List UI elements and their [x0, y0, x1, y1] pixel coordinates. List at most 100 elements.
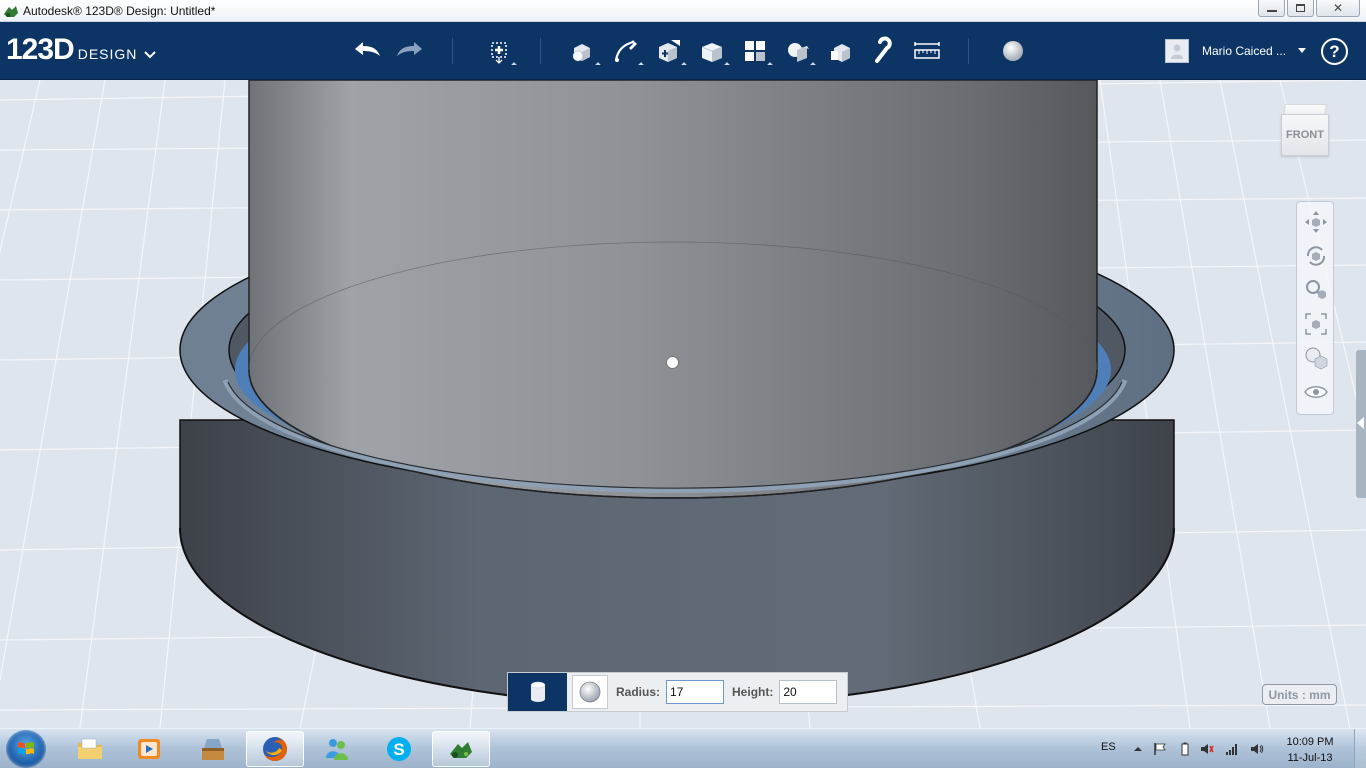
scene-canvas[interactable]	[0, 80, 1366, 728]
brand-word: DESIGN	[77, 46, 138, 62]
radius-label: Radius:	[616, 685, 661, 699]
system-clock[interactable]: 10:09 PM 11-Jul-13	[1279, 734, 1341, 766]
close-icon: ✕	[1332, 1, 1344, 15]
restore-button[interactable]	[1287, 0, 1314, 17]
network-signal-icon	[1226, 744, 1237, 755]
messenger-icon	[326, 739, 348, 760]
snap-button[interactable]	[867, 34, 901, 68]
viewcube[interactable]: FRONT	[1281, 104, 1329, 160]
action-center-button[interactable]	[1153, 742, 1167, 756]
transform-icon	[491, 42, 507, 64]
radius-input[interactable]	[666, 680, 725, 704]
combine-icon	[831, 44, 850, 62]
firefox-icon	[263, 737, 287, 761]
sphere-icon	[579, 681, 601, 703]
redo-button[interactable]	[393, 34, 427, 68]
speaker-icon	[1251, 744, 1264, 754]
orbit-button[interactable]	[1301, 241, 1331, 271]
chevron-down-icon	[144, 51, 157, 59]
material-button[interactable]	[996, 34, 1030, 68]
height-label: Height:	[732, 685, 774, 699]
grouping-button[interactable]	[781, 34, 816, 68]
taskbar-file-explorer[interactable]	[61, 731, 119, 767]
network-button[interactable]	[1225, 742, 1239, 756]
chevron-left-icon	[1357, 417, 1364, 429]
svg-text:S: S	[393, 740, 404, 759]
volume-button[interactable]	[1200, 742, 1214, 756]
toolbar-separator	[540, 38, 541, 64]
sphere-shape-button[interactable]	[572, 675, 608, 709]
123d-design-icon	[450, 742, 472, 758]
visibility-icon	[1304, 386, 1328, 398]
transform-button[interactable]	[482, 34, 517, 68]
combine-button[interactable]	[824, 34, 858, 68]
primitives-icon	[572, 44, 590, 62]
pattern-button[interactable]	[738, 34, 773, 68]
taskbar-toolbox[interactable]	[184, 731, 242, 767]
help-button[interactable]: ?	[1321, 38, 1348, 65]
viewcube-front-face[interactable]: FRONT	[1281, 114, 1329, 156]
user-name[interactable]: Mario Caiced ...	[1202, 44, 1286, 58]
modify-button[interactable]	[695, 34, 730, 68]
zoom-button[interactable]	[1301, 275, 1331, 305]
zoom-icon	[1306, 280, 1326, 300]
media-player-icon	[138, 739, 160, 759]
chevron-up-icon	[1134, 747, 1142, 751]
taskbar-media-player[interactable]	[120, 731, 178, 767]
battery-button[interactable]	[1178, 742, 1192, 756]
show-desktop-button[interactable]	[1354, 729, 1366, 768]
modify-icon	[701, 43, 723, 62]
grouping-icon	[788, 43, 809, 62]
taskbar-skype[interactable]: S	[370, 731, 428, 767]
construct-button[interactable]	[652, 34, 687, 68]
skype-icon: S	[387, 737, 411, 761]
file-explorer-icon	[78, 738, 102, 759]
measure-button[interactable]	[910, 34, 944, 68]
snap-icon	[875, 36, 892, 63]
app-menu-button[interactable]: 123D DESIGN	[6, 33, 157, 66]
3d-viewport[interactable]: FRONT Radius: Height:	[0, 80, 1366, 728]
view-mode-icon	[1305, 347, 1328, 370]
construct-icon	[659, 40, 680, 62]
battery-icon	[1181, 742, 1189, 756]
undo-button[interactable]	[350, 34, 384, 68]
height-input[interactable]	[779, 680, 838, 704]
speaker-button[interactable]	[1250, 742, 1264, 756]
fit-button[interactable]	[1301, 309, 1331, 339]
taskbar-messenger[interactable]	[308, 731, 366, 767]
user-icon	[1171, 44, 1183, 59]
orbit-icon	[1306, 246, 1326, 266]
view-mode-button[interactable]	[1301, 343, 1331, 373]
toolbox-icon	[202, 739, 224, 760]
taskbar-firefox[interactable]	[246, 731, 304, 767]
input-language[interactable]: ES	[1101, 741, 1116, 753]
close-button[interactable]: ✕	[1316, 0, 1360, 17]
toolbar-separator	[968, 38, 969, 64]
center-snap-point[interactable]	[666, 356, 679, 369]
taskbar-123d-design[interactable]	[432, 731, 490, 767]
redo-icon	[397, 42, 422, 56]
flag-icon	[1154, 743, 1166, 755]
avatar[interactable]	[1165, 39, 1189, 63]
minimize-button[interactable]	[1258, 0, 1285, 17]
brand-logo: 123D	[6, 33, 75, 66]
cylinder-icon	[530, 681, 545, 702]
restore-icon	[1296, 4, 1305, 12]
cylinder-shape-button[interactable]	[508, 673, 567, 711]
pattern-icon	[745, 41, 765, 61]
volume-icon	[1201, 744, 1214, 754]
app-toolbar: 123D DESIGN Mario Caiced ... ?	[0, 22, 1366, 80]
tray-expand-button[interactable]	[1131, 742, 1145, 756]
start-button[interactable]	[6, 730, 46, 768]
pan-icon	[1305, 211, 1327, 233]
windows-logo-icon	[18, 742, 34, 755]
pan-button[interactable]	[1301, 207, 1331, 237]
units-indicator[interactable]: Units : mm	[1262, 684, 1337, 705]
primitive-parameters-panel: Radius: Height:	[507, 672, 848, 712]
user-menu-caret-icon[interactable]	[1298, 48, 1306, 53]
side-panel-toggle[interactable]	[1356, 350, 1366, 498]
fit-icon	[1305, 313, 1327, 335]
visibility-button[interactable]	[1301, 377, 1331, 407]
sketch-button[interactable]	[609, 34, 644, 68]
primitives-button[interactable]	[566, 34, 601, 68]
